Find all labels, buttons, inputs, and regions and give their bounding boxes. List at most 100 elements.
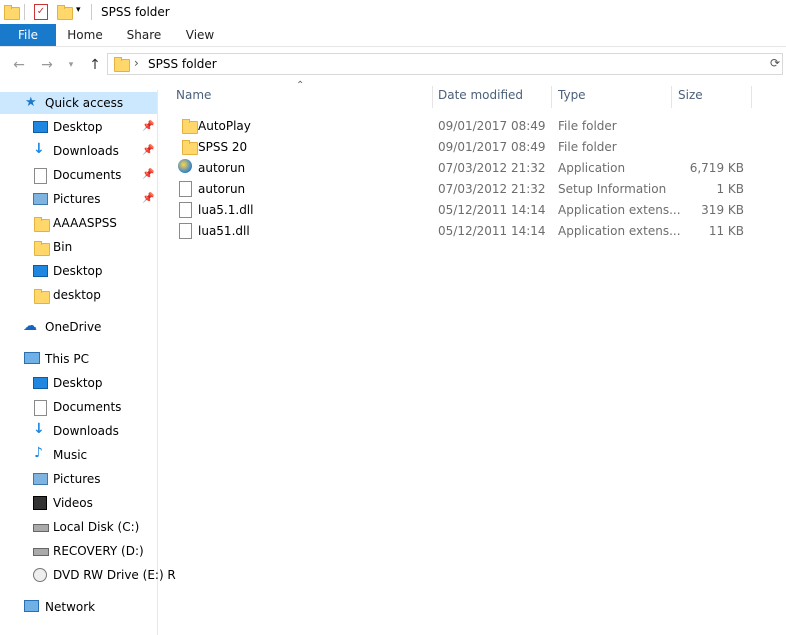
tab-file[interactable]: File [0,24,56,46]
sidebar-item-music[interactable]: ♪ Music [0,444,157,466]
setup-information-icon [179,181,192,197]
sidebar-item-pictures[interactable]: Pictures [0,468,157,490]
sidebar-item-desktop[interactable]: Desktop 📌 [0,116,157,138]
sidebar-quick-access[interactable]: ★ Quick access [0,92,157,114]
sidebar-item-label: Downloads [53,144,119,158]
forward-arrow-icon[interactable]: → [38,55,56,75]
file-type: Application [558,161,626,175]
sidebar-item-desktop[interactable]: Desktop [0,260,157,282]
pin-icon[interactable]: 📌 [142,145,154,156]
file-row[interactable]: AutoPlay 09/01/2017 08:49 File folder [173,115,753,136]
column-header-type[interactable]: Type [558,88,586,108]
file-list: ⌃ Name Date modified Type Size AutoPlay … [158,78,786,635]
back-arrow-icon[interactable]: ← [10,55,28,75]
pin-icon[interactable]: 📌 [142,121,154,132]
file-row[interactable]: autorun 07/03/2012 21:32 Application 6,7… [173,157,753,178]
sidebar-item-downloads[interactable]: ↓ Downloads [0,420,157,442]
music-note-icon: ♪ [34,445,43,461]
desktop-icon [33,121,48,133]
recent-locations-icon[interactable]: ▾ [62,55,80,75]
column-header-size[interactable]: Size [678,88,703,108]
sidebar-item-pictures[interactable]: Pictures 📌 [0,188,157,210]
sidebar-item-recovery[interactable]: RECOVERY (D:) [0,540,157,562]
file-size: 1 KB [716,182,744,196]
customize-toolbar-icon[interactable]: ▾ [76,5,81,15]
sidebar-item-videos[interactable]: Videos [0,492,157,514]
sidebar-this-pc[interactable]: This PC [0,348,157,370]
file-date: 09/01/2017 08:49 [438,119,546,133]
sidebar-item-dvd-drive[interactable]: DVD RW Drive (E:) R [0,564,176,586]
sidebar-item-label: Desktop [53,376,103,390]
dll-file-icon [179,223,192,239]
sidebar-network[interactable]: Network [0,596,157,618]
folder-icon [34,241,50,256]
column-divider[interactable] [551,86,552,108]
column-header-name[interactable]: Name [176,88,211,108]
pin-icon[interactable]: 📌 [142,169,154,180]
navigation-pane: ★ Quick access Desktop 📌 ↓ Downloads 📌 D… [0,90,176,635]
cloud-icon: ☁ [23,318,37,334]
sidebar-item-label: Pictures [53,472,101,486]
sidebar-item-label: Videos [53,496,93,510]
tab-home[interactable]: Home [60,24,110,46]
sidebar-item-label: RECOVERY (D:) [53,544,144,558]
drive-icon [33,548,49,556]
ribbon-tabs: File Home Share View [0,24,786,47]
file-type: File folder [558,119,617,133]
navigation-bar: ← → ▾ ↑ › SPSS folder ⟳ [0,52,786,78]
column-divider[interactable] [751,86,752,108]
file-name: AutoPlay [198,119,251,133]
refresh-icon[interactable]: ⟳ [770,56,780,70]
file-row[interactable]: lua5.1.dll 05/12/2011 14:14 Application … [173,199,753,220]
sidebar-onedrive[interactable]: ☁ OneDrive [0,316,157,338]
file-type: Application extens... [558,203,681,217]
sidebar-item-documents[interactable]: Documents 📌 [0,164,157,186]
address-bar[interactable]: › SPSS folder ⟳ [107,53,783,75]
file-type: Setup Information [558,182,667,196]
documents-icon [34,400,47,416]
file-size: 319 KB [701,203,744,217]
sidebar-item-label: Documents [53,400,122,414]
column-divider[interactable] [671,86,672,108]
file-row[interactable]: SPSS 20 09/01/2017 08:49 File folder [173,136,753,157]
sidebar-item-desktop-folder[interactable]: desktop [0,284,157,306]
sidebar-item-label: Network [45,600,96,614]
dvd-drive-icon [33,568,47,582]
drive-icon [33,524,49,532]
folder-icon [114,57,130,72]
sidebar-item-downloads[interactable]: ↓ Downloads 📌 [0,140,157,162]
sidebar-item-label: desktop [53,288,101,302]
file-name: SPSS 20 [198,140,248,154]
file-size: 11 KB [708,224,744,238]
breadcrumb-item[interactable]: SPSS folder [148,57,217,71]
file-date: 05/12/2011 14:14 [438,224,546,238]
folder-icon [182,140,198,155]
file-row[interactable]: autorun 07/03/2012 21:32 Setup Informati… [173,178,753,199]
sidebar-item-aaaaspss[interactable]: AAAASPSS [0,212,157,234]
sidebar-item-bin[interactable]: Bin [0,236,157,258]
film-icon [33,496,47,510]
new-folder-icon[interactable] [57,5,73,20]
breadcrumb-chevron-icon[interactable]: › [134,56,139,70]
file-row[interactable]: lua51.dll 05/12/2011 14:14 Application e… [173,220,753,241]
tab-view[interactable]: View [176,24,224,46]
sidebar-item-local-disk[interactable]: Local Disk (C:) [0,516,157,538]
column-header-date[interactable]: Date modified [438,88,523,108]
sidebar-item-documents[interactable]: Documents [0,396,157,418]
properties-icon[interactable]: ✓ [34,4,48,20]
up-arrow-icon[interactable]: ↑ [86,55,104,75]
folder-icon [34,289,50,304]
folder-icon [182,119,198,134]
sidebar-item-desktop[interactable]: Desktop [0,372,157,394]
column-divider[interactable] [432,86,433,108]
sidebar-item-label: Desktop [53,120,103,134]
computer-icon [24,352,40,364]
pictures-icon [33,193,48,205]
sidebar-item-label: Music [53,448,88,462]
folder-icon [4,5,20,20]
file-name: lua51.dll [198,224,250,238]
pin-icon[interactable]: 📌 [142,193,154,204]
tab-share[interactable]: Share [118,24,170,46]
title-bar: ✓ ▾ SPSS folder [0,0,786,24]
sidebar-item-label: Quick access [45,96,124,110]
